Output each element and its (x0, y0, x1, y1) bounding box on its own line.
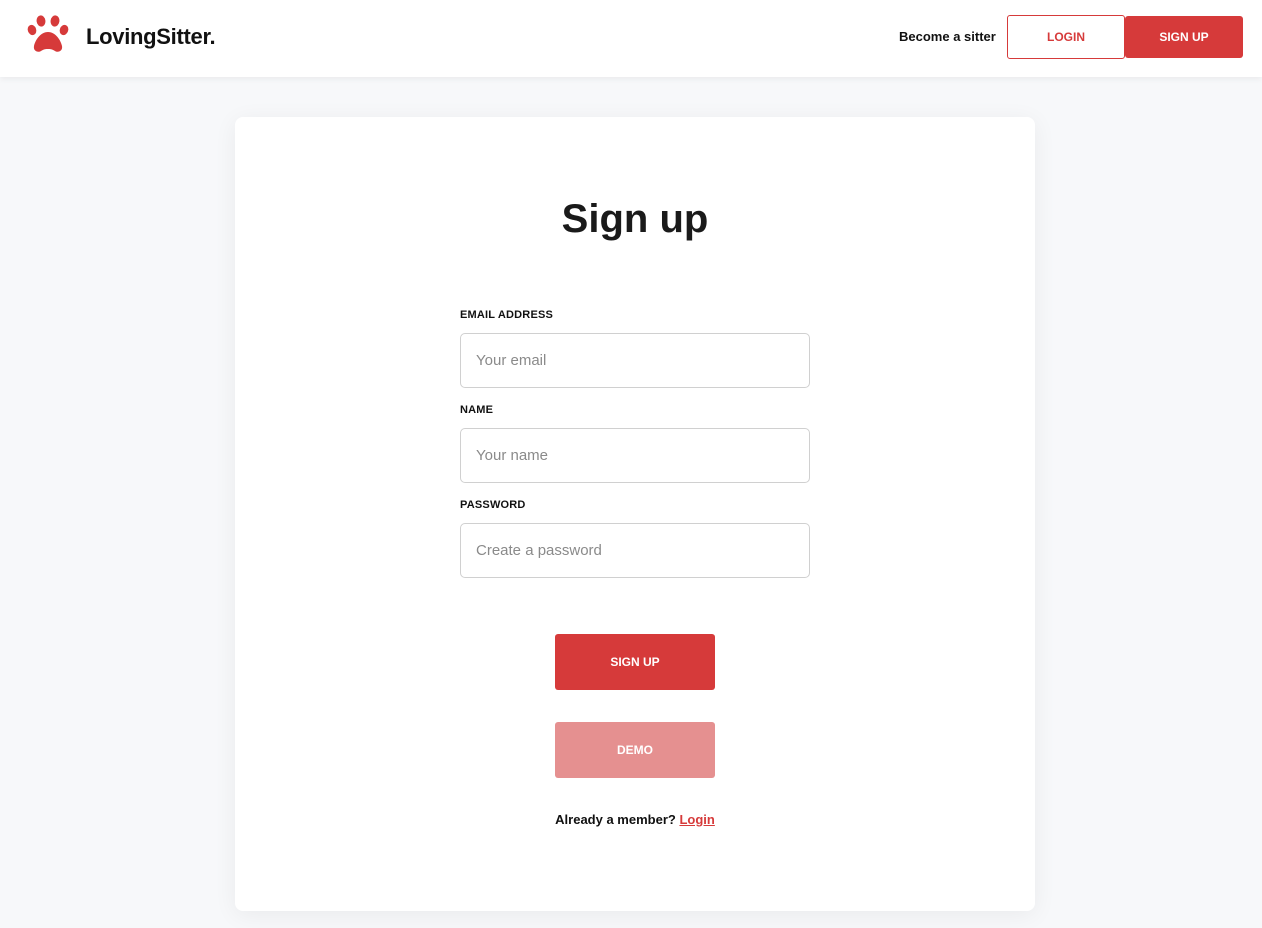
already-member-text: Already a member? (555, 812, 676, 827)
brand-name[interactable]: LovingSitter. (86, 24, 216, 50)
signup-card: Sign up EMAIL ADDRESS NAME PASSWORD SIGN… (235, 117, 1035, 911)
name-label: NAME (460, 404, 494, 416)
top-navbar: LovingSitter. Become a sitter LOGIN SIGN… (0, 0, 1262, 77)
demo-button[interactable]: DEMO (555, 722, 715, 778)
paw-icon[interactable] (26, 15, 70, 55)
name-field[interactable] (460, 428, 810, 483)
email-label: EMAIL ADDRESS (460, 309, 554, 321)
page-title: Sign up (561, 197, 709, 241)
login-button[interactable]: LOGIN (1007, 15, 1125, 59)
signup-button[interactable]: SIGN UP (1125, 16, 1243, 58)
login-link[interactable]: Login (679, 812, 714, 827)
already-member-row: Already a member? Login (235, 812, 1035, 827)
submit-signup-button[interactable]: SIGN UP (555, 634, 715, 690)
password-field[interactable] (460, 523, 810, 578)
email-field[interactable] (460, 333, 810, 388)
become-sitter-link[interactable]: Become a sitter (899, 29, 996, 44)
password-label: PASSWORD (460, 499, 526, 511)
